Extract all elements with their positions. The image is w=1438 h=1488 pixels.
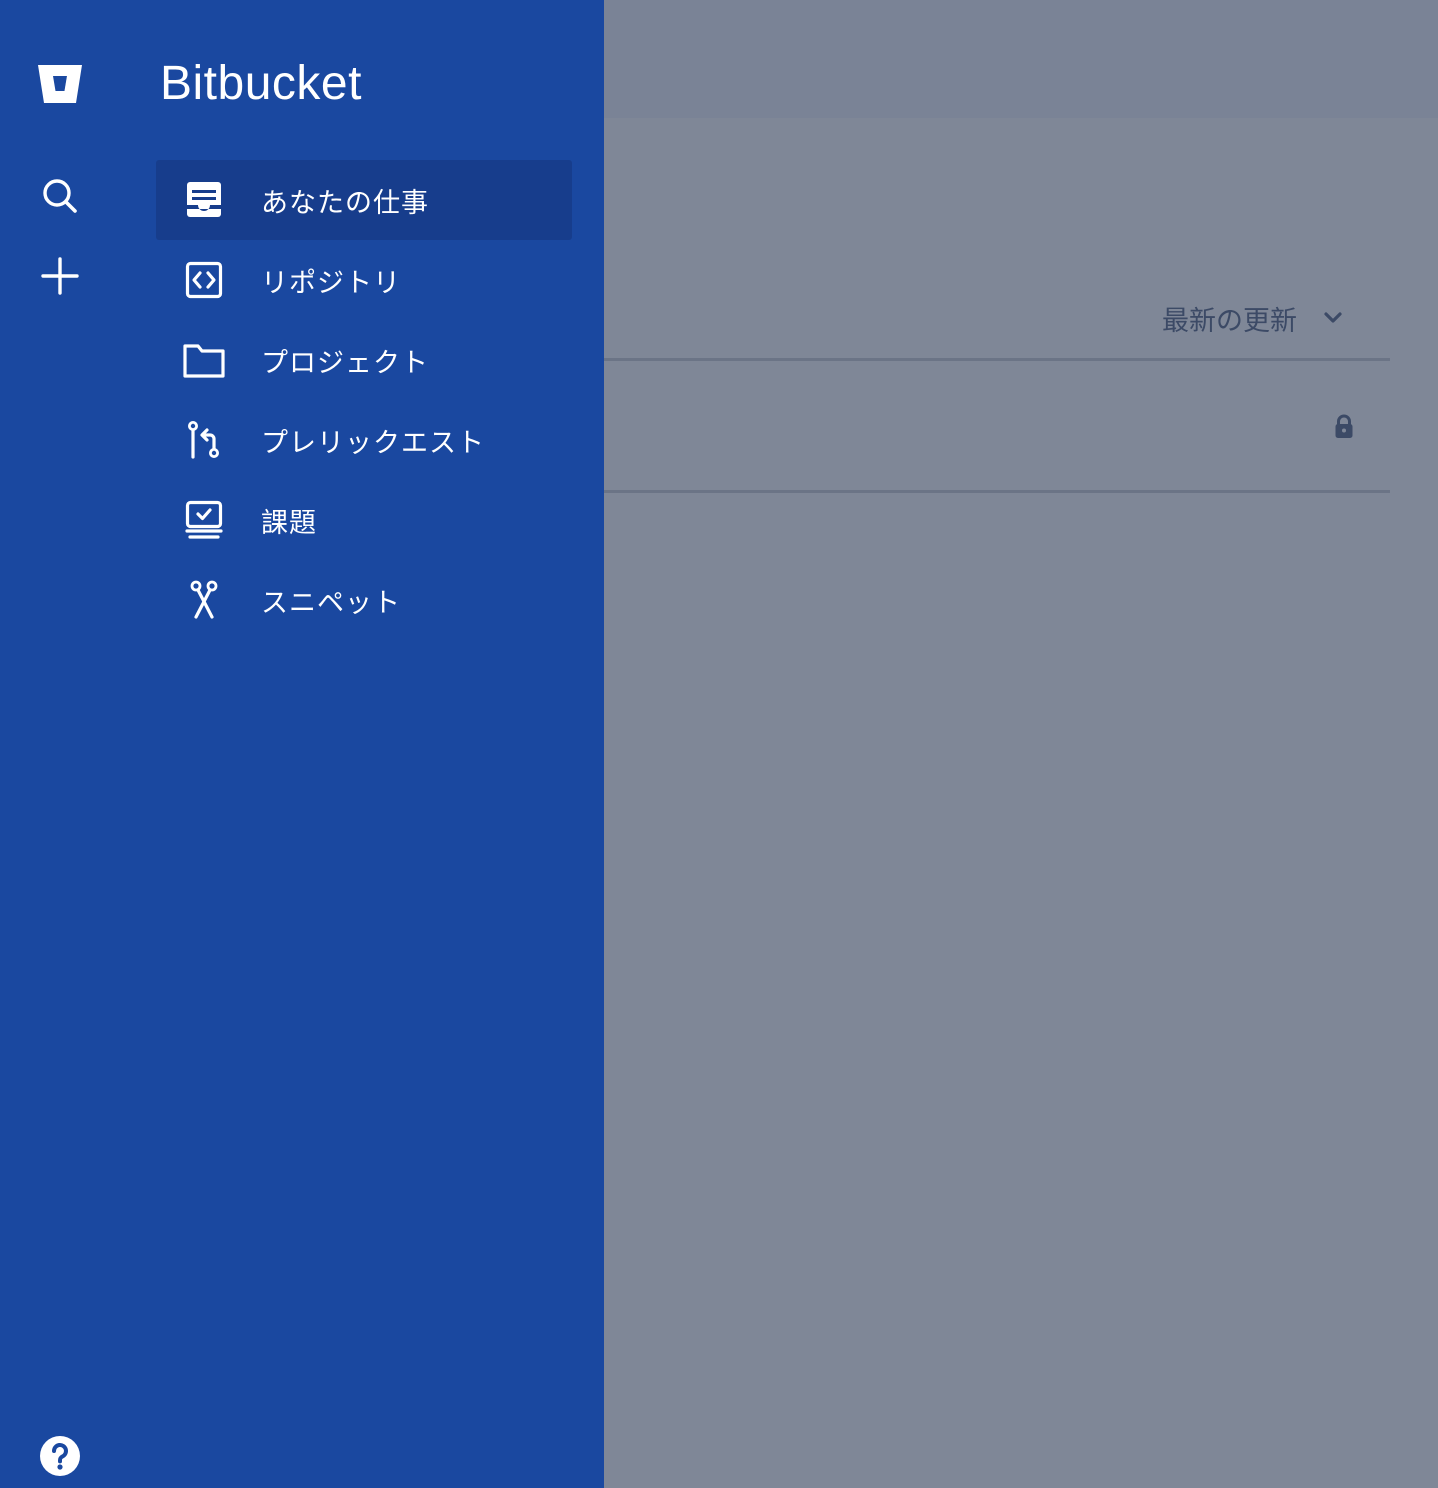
pull-request-icon bbox=[180, 416, 228, 464]
sidebar-item-label: 課題 bbox=[261, 507, 317, 539]
sidebar: Bitbucket あなたの仕事 リポジトリ プロジェクト プレリックエスト 課… bbox=[0, 0, 604, 1488]
sort-dropdown[interactable]: 最新の更新 bbox=[1162, 300, 1343, 337]
sidebar-nav: あなたの仕事 リポジトリ プロジェクト プレリックエスト 課題 スニペット bbox=[156, 160, 572, 640]
issues-icon bbox=[180, 496, 228, 544]
page: 最新の更新 Bitbucket あなたの仕事 リポジトリ プロジェクト プレリッ… bbox=[0, 0, 1438, 1488]
folder-icon bbox=[180, 336, 228, 384]
your-work-icon bbox=[180, 176, 228, 224]
snippets-icon bbox=[180, 576, 228, 624]
sidebar-item-label: プレリックエスト bbox=[261, 427, 485, 459]
list-divider bbox=[604, 358, 1390, 361]
chevron-down-icon bbox=[1323, 311, 1343, 325]
sort-label: 最新の更新 bbox=[1162, 305, 1297, 337]
help-icon[interactable] bbox=[28, 1424, 92, 1488]
sidebar-item-label: プロジェクト bbox=[261, 347, 429, 379]
sidebar-item-label: あなたの仕事 bbox=[261, 187, 429, 219]
product-title: Bitbucket bbox=[160, 57, 362, 110]
plus-icon[interactable] bbox=[28, 244, 92, 308]
sidebar-item-repositories[interactable]: リポジトリ bbox=[156, 240, 572, 320]
code-icon bbox=[180, 256, 228, 304]
global-navigation bbox=[0, 0, 120, 1488]
sidebar-item-label: スニペット bbox=[261, 587, 401, 619]
sidebar-item-your-work[interactable]: あなたの仕事 bbox=[156, 160, 572, 240]
sidebar-item-label: リポジトリ bbox=[261, 267, 401, 299]
sidebar-item-issues[interactable]: 課題 bbox=[156, 480, 572, 560]
sidebar-item-snippets[interactable]: スニペット bbox=[156, 560, 572, 640]
sidebar-item-projects[interactable]: プロジェクト bbox=[156, 320, 572, 400]
list-divider bbox=[604, 490, 1390, 493]
lock-icon bbox=[1334, 414, 1354, 444]
bitbucket-logo-icon[interactable] bbox=[28, 52, 92, 116]
sidebar-item-pull-requests[interactable]: プレリックエスト bbox=[156, 400, 572, 480]
search-icon[interactable] bbox=[28, 164, 92, 228]
